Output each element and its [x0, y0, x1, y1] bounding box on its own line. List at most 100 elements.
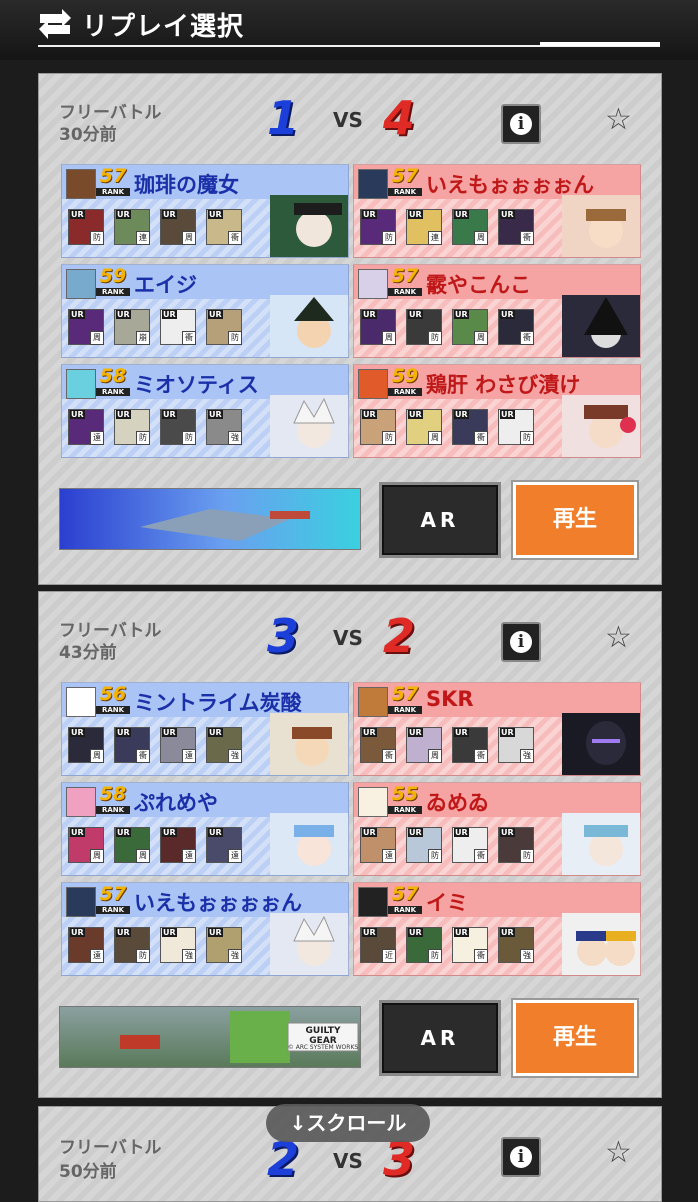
- play-button[interactable]: 再生: [513, 1000, 637, 1076]
- avatar: [66, 369, 96, 399]
- player-panel: 57 RANK いえもぉぉぉぉん UR 遠 UR 防 UR 強 UR 強: [61, 882, 349, 976]
- rank-badge: 59 RANK: [96, 265, 130, 299]
- player-panel: 57 RANK SKR UR 衝 UR 周 UR 衝 UR 強: [353, 682, 641, 776]
- unit-card: UR 近: [360, 927, 396, 963]
- score-blue: 1: [267, 91, 300, 145]
- character-portrait: [562, 295, 640, 357]
- player-panel: 57 RANK 霰やこんこ UR 周 UR 防 UR 周 UR 衝: [353, 264, 641, 358]
- unit-card: UR 防: [68, 209, 104, 245]
- player-panel: 57 RANK イミ UR 近 UR 防 UR 衝 UR 強: [353, 882, 641, 976]
- unit-card: UR 周: [68, 827, 104, 863]
- avatar: [358, 887, 388, 917]
- player-panel: 56 RANK ミントライム炭酸 UR 周 UR 衝 UR 遠 UR 強: [61, 682, 349, 776]
- match-time: 43分前: [59, 643, 117, 663]
- unit-card: UR 遠: [206, 827, 242, 863]
- unit-card: UR 防: [114, 409, 150, 445]
- play-button[interactable]: 再生: [513, 482, 637, 558]
- unit-card: UR 衝: [452, 727, 488, 763]
- info-button[interactable]: i: [501, 622, 541, 662]
- player-panel: 57 RANK 珈琲の魔女 UR 防 UR 連 UR 周 UR 衝: [61, 164, 349, 258]
- character-portrait: [562, 713, 640, 775]
- unit-card: UR 衝: [452, 827, 488, 863]
- unit-card: UR 衝: [160, 309, 196, 345]
- rank-badge: 58 RANK: [96, 365, 130, 399]
- avatar: [66, 687, 96, 717]
- unit-card: UR 周: [160, 209, 196, 245]
- scroll-hint[interactable]: ↓スクロール: [266, 1104, 430, 1142]
- unit-card: UR 防: [498, 409, 534, 445]
- character-portrait: [562, 395, 640, 457]
- avatar: [358, 269, 388, 299]
- unit-card: UR 周: [406, 727, 442, 763]
- vs-label: VS: [333, 1149, 363, 1173]
- unit-card: UR 周: [406, 409, 442, 445]
- player-panel: 59 RANK エイジ UR 周 UR 崩 UR 衝 UR 防: [61, 264, 349, 358]
- player-name: ぷれめや: [134, 791, 218, 815]
- unit-card: UR 防: [498, 827, 534, 863]
- stage-copyright: © ARC SYSTEM WORKS: [287, 1044, 359, 1051]
- ar-button[interactable]: AR: [379, 1000, 501, 1076]
- unit-card: UR 防: [360, 209, 396, 245]
- match-card[interactable]: フリーバトル 30分前 1 VS 4 i ☆ 57 RANK 珈琲の魔女 UR 防 …: [38, 73, 662, 585]
- info-icon: i: [510, 113, 532, 135]
- unit-card: UR 崩: [114, 309, 150, 345]
- ar-button[interactable]: AR: [379, 482, 501, 558]
- info-button[interactable]: i: [501, 1137, 541, 1177]
- unit-card: UR 遠: [360, 827, 396, 863]
- unit-card: UR 防: [114, 927, 150, 963]
- avatar: [358, 369, 388, 399]
- avatar: [358, 787, 388, 817]
- unit-card: UR 周: [68, 727, 104, 763]
- rank-badge: 59 RANK: [388, 365, 422, 399]
- rank-badge: 57 RANK: [388, 683, 422, 717]
- rank-badge: 57 RANK: [388, 265, 422, 299]
- character-portrait: [562, 813, 640, 875]
- unit-card: UR 防: [206, 309, 242, 345]
- favorite-star-icon[interactable]: ☆: [605, 102, 632, 137]
- rank-badge: 57 RANK: [96, 883, 130, 917]
- unit-card: UR 周: [114, 827, 150, 863]
- unit-card: UR 連: [406, 209, 442, 245]
- character-portrait: [270, 813, 348, 875]
- player-panel: 58 RANK ぷれめや UR 周 UR 周 UR 遠 UR 遠: [61, 782, 349, 876]
- unit-card: UR 周: [452, 309, 488, 345]
- favorite-star-icon[interactable]: ☆: [605, 1135, 632, 1170]
- player-name: 霰やこんこ: [426, 273, 531, 297]
- unit-card: UR 防: [406, 827, 442, 863]
- info-button[interactable]: i: [501, 104, 541, 144]
- character-portrait: [270, 195, 348, 257]
- info-icon: i: [510, 631, 532, 653]
- match-time: 50分前: [59, 1162, 117, 1182]
- character-portrait: [562, 913, 640, 975]
- page-title: リプレイ選択: [82, 12, 245, 42]
- replay-icon: [39, 9, 71, 39]
- unit-card: UR 強: [206, 727, 242, 763]
- character-portrait: [270, 295, 348, 357]
- unit-card: UR 連: [114, 209, 150, 245]
- rank-badge: 55 RANK: [388, 783, 422, 817]
- unit-card: UR 強: [498, 927, 534, 963]
- favorite-star-icon[interactable]: ☆: [605, 620, 632, 655]
- player-name: ミオソティス: [134, 373, 259, 397]
- avatar: [66, 269, 96, 299]
- match-time: 30分前: [59, 125, 117, 145]
- player-name: イミ: [426, 891, 468, 915]
- unit-card: UR 衝: [452, 927, 488, 963]
- unit-card: UR 周: [68, 309, 104, 345]
- player-panel: 59 RANK 鶏肝 わさび漬け UR 防 UR 周 UR 衝 UR 防: [353, 364, 641, 458]
- stage-thumbnail: [59, 488, 361, 550]
- unit-card: UR 防: [406, 309, 442, 345]
- player-name: エイジ: [134, 273, 197, 297]
- unit-card: UR 遠: [160, 827, 196, 863]
- unit-card: UR 遠: [160, 727, 196, 763]
- stage-logo: GUILTY GEAR: [305, 1026, 341, 1046]
- unit-card: UR 強: [206, 409, 242, 445]
- rank-badge: 57 RANK: [388, 883, 422, 917]
- info-icon: i: [510, 1146, 532, 1168]
- rank-badge: 58 RANK: [96, 783, 130, 817]
- avatar: [66, 887, 96, 917]
- vs-label: VS: [333, 626, 363, 650]
- player-panel: 55 RANK ゐめゐ UR 遠 UR 防 UR 衝 UR 防: [353, 782, 641, 876]
- match-card[interactable]: フリーバトル 43分前 3 VS 2 i ☆ 56 RANK ミントライム炭酸 U…: [38, 591, 662, 1098]
- character-portrait: [270, 713, 348, 775]
